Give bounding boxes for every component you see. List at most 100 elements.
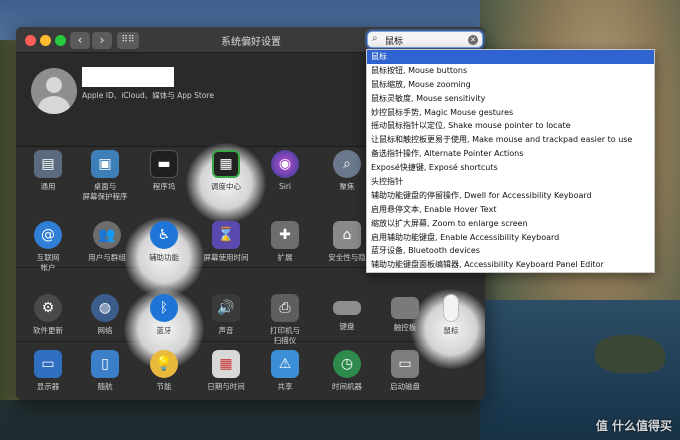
pane-label: 调度中心 (211, 182, 241, 191)
dock-icon: ▬ (150, 150, 178, 178)
pane-label: 共享 (277, 382, 293, 391)
spotlight-icon: ⌕ (333, 150, 361, 178)
pane-mission-control[interactable]: ▦ 调度中心 (197, 150, 255, 192)
pane-printers-scanners[interactable]: ⎙ 打印机与 扫描仪 (256, 294, 314, 346)
pane-label: 辅助功能 (149, 253, 179, 262)
pane-extensions[interactable]: ✚ 扩展 (256, 221, 314, 263)
pane-sharing[interactable]: ⚠ 共享 (256, 350, 314, 392)
pane-label: 屏幕使用时间 (203, 253, 249, 262)
search-result-item[interactable]: 启用悬停文本, Enable Hover Text (367, 203, 654, 217)
search-result-item[interactable]: Exposé快捷键, Exposé shortcuts (367, 161, 654, 175)
pane-bluetooth[interactable]: ᛒ 蓝牙 (135, 294, 193, 336)
avatar[interactable] (31, 68, 77, 114)
search-results-menu: 鼠标 鼠标按钮, Mouse buttons 鼠标缩放, Mouse zooming… (366, 49, 655, 273)
pane-users-groups[interactable]: 👥 用户与群组 (78, 221, 136, 263)
siri-icon: ◉ (271, 150, 299, 178)
display-icon: ▭ (34, 350, 62, 378)
pane-label: 通用 (40, 182, 56, 191)
mouse-icon (443, 294, 459, 322)
search-result-item[interactable]: 摇动鼠标指针以定位, Shake mouse pointer to locate (367, 119, 654, 133)
pane-label: 启动磁盘 (390, 382, 420, 391)
pane-accessibility[interactable]: ♿ 辅助功能 (135, 221, 193, 263)
pane-date-time[interactable]: ▦ 日期与时间 (197, 350, 255, 392)
pane-internet-accounts[interactable]: @ 互联网 帐户 (19, 221, 77, 273)
search-result-item[interactable]: 让鼠标和触控板更易于使用, Make mouse and trackpad ea… (367, 133, 654, 147)
search-result-item[interactable]: 启用辅助功能键盘, Enable Accessibility Keyboard (367, 231, 654, 245)
desktop-icon: ▣ (91, 150, 119, 178)
pane-sidecar[interactable]: ▯ 随航 (76, 350, 134, 392)
search-result-item[interactable]: 缩放以扩大屏幕, Zoom to enlarge screen (367, 217, 654, 231)
pane-time-machine[interactable]: ◷ 时间机器 (318, 350, 376, 392)
search-result-item[interactable]: 鼠标灵敏度, Mouse sensitivity (367, 92, 654, 106)
pane-network[interactable]: ◍ 网络 (76, 294, 134, 336)
pane-label: 蓝牙 (156, 326, 172, 335)
users-icon: 👥 (93, 221, 121, 249)
folder-icon: ⚠ (271, 350, 299, 378)
search-result-item[interactable]: 鼠标缩放, Mouse zooming (367, 78, 654, 92)
pane-label: 时间机器 (332, 382, 362, 391)
clock-icon: ◷ (333, 350, 361, 378)
mission-control-icon: ▦ (212, 150, 240, 178)
house-icon: ⌂ (333, 221, 361, 249)
pane-startup-disk[interactable]: ▭ 启动磁盘 (376, 350, 434, 392)
search-result-item[interactable]: 辅助功能键盘面板编辑器, Accessibility Keyboard Pane… (367, 258, 654, 272)
pane-desktop-screensaver[interactable]: ▣ 桌面与 屏幕保护程序 (76, 150, 134, 202)
pane-label: Siri (278, 182, 291, 191)
close-window-button[interactable] (25, 35, 36, 46)
apple-id-subtitle: Apple ID、iCloud、媒体与 App Store (82, 91, 214, 100)
clear-search-icon[interactable]: ✕ (468, 35, 478, 45)
general-icon: ▤ (34, 150, 62, 178)
search-result-item[interactable]: 鼠标 (367, 50, 654, 64)
pane-siri[interactable]: ◉ Siri (256, 150, 314, 192)
user-name-redacted (82, 67, 174, 87)
search-result-item[interactable]: 蓝牙设备, Bluetooth devices (367, 244, 654, 258)
pane-label: 软件更新 (33, 326, 63, 335)
hourglass-icon: ⌛ (212, 221, 240, 249)
search-result-item[interactable]: 鼠标按钮, Mouse buttons (367, 64, 654, 78)
avatar-head (46, 77, 62, 93)
watermark: 值 什么值得买 (595, 419, 672, 433)
lightbulb-icon: 💡 (150, 350, 178, 378)
pane-software-update[interactable]: ⚙ 软件更新 (19, 294, 77, 336)
pane-label: 用户与群组 (88, 253, 126, 262)
forward-button[interactable]: › (92, 32, 112, 49)
bluetooth-icon: ᛒ (150, 294, 178, 322)
window-title: 系统偏好设置 (221, 37, 281, 48)
pane-label: 打印机与 扫描仪 (270, 326, 300, 345)
search-result-item[interactable]: 妙控鼠标手势, Magic Mouse gestures (367, 106, 654, 120)
minimize-window-button[interactable] (40, 35, 51, 46)
pane-mouse[interactable]: 鼠标 (422, 294, 480, 336)
pane-label: 扩展 (277, 253, 293, 262)
pane-sound[interactable]: 🔊 声音 (197, 294, 255, 336)
pane-label: 互联网 帐户 (36, 253, 60, 272)
pane-keyboard[interactable]: 键盘 (318, 294, 376, 332)
pane-label: 网络 (97, 326, 113, 335)
calendar-icon: ▦ (212, 350, 240, 378)
pane-general[interactable]: ▤ 通用 (19, 150, 77, 192)
printer-icon: ⎙ (271, 294, 299, 322)
zoom-window-button[interactable] (55, 35, 66, 46)
globe-icon: ◍ (91, 294, 119, 322)
back-button[interactable]: ‹ (70, 32, 90, 49)
pane-label: 声音 (218, 326, 234, 335)
keyboard-icon (333, 301, 361, 315)
pane-displays[interactable]: ▭ 显示器 (19, 350, 77, 392)
pane-dock[interactable]: ▬ 程序坞 (135, 150, 193, 192)
pane-label: 日期与时间 (207, 382, 245, 391)
puzzle-icon: ✚ (271, 221, 299, 249)
search-result-item[interactable]: 辅助功能键盘的停留操作, Dwell for Accessibility Key… (367, 189, 654, 203)
search-input-value[interactable]: 鼠标 (385, 34, 403, 47)
search-result-item[interactable]: 头控指针 (367, 175, 654, 189)
search-icon: ⌕ (372, 33, 378, 44)
search-field[interactable]: ⌕ 鼠标 ✕ (367, 31, 483, 48)
gear-icon: ⚙ (34, 294, 62, 322)
pane-label: 程序坞 (152, 182, 176, 191)
accessibility-icon: ♿ (150, 221, 178, 249)
pane-screen-time[interactable]: ⌛ 屏幕使用时间 (197, 221, 255, 263)
pane-energy-saver[interactable]: 💡 节能 (135, 350, 193, 392)
disk-icon: ▭ (391, 350, 419, 378)
show-all-grid-button[interactable]: ⠿⠿ (117, 32, 139, 49)
search-result-item[interactable]: 备选指针操作, Alternate Pointer Actions (367, 147, 654, 161)
pane-label: 键盘 (339, 322, 355, 331)
pane-label: 鼠标 (443, 326, 459, 335)
